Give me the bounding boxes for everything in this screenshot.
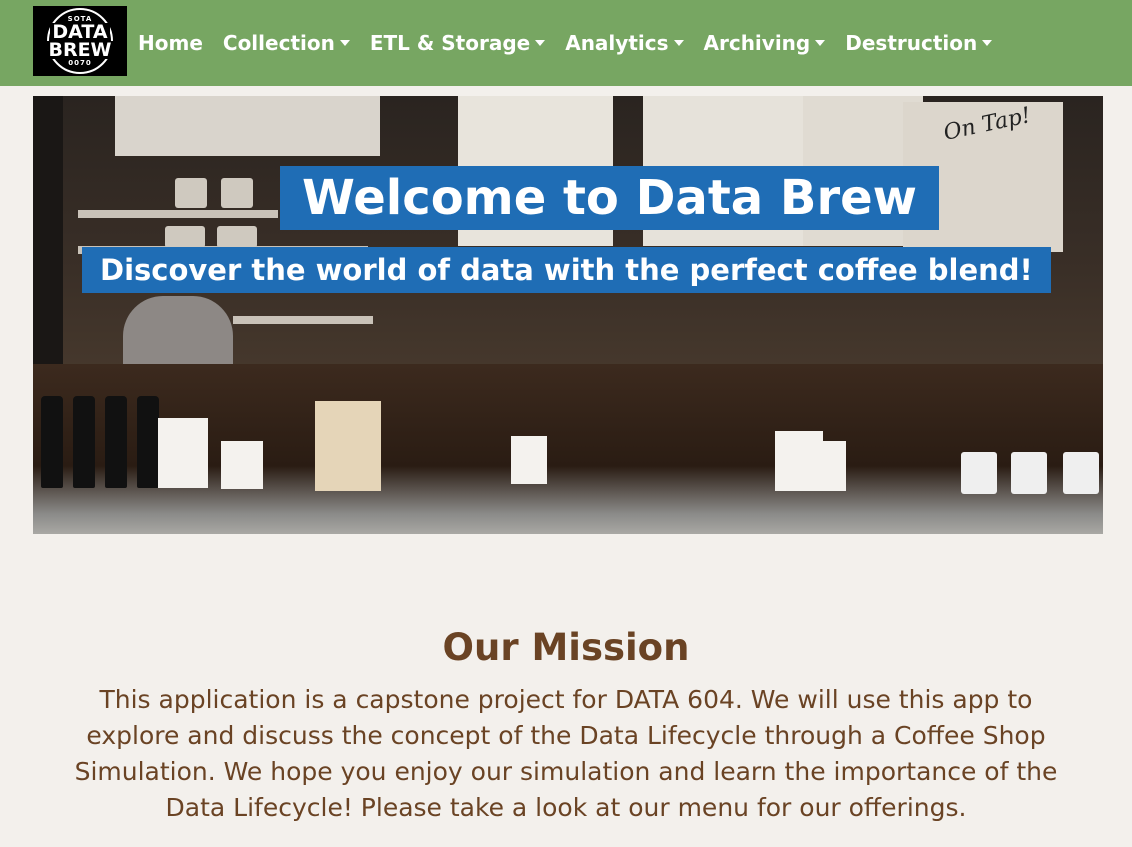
nav-menu: Home Collection ETL & Storage Analytics … xyxy=(138,0,1012,86)
logo-line-2: BREW xyxy=(46,39,114,61)
data-brew-logo[interactable]: SOTA DATA BREW 0070 xyxy=(33,6,127,76)
shelf-decor xyxy=(78,210,278,218)
nav-item-label: Destruction xyxy=(845,31,978,55)
jar-decor xyxy=(165,226,205,248)
on-tap-sign-text: On Tap! xyxy=(941,103,1033,146)
coffee-bag-decor xyxy=(221,441,263,489)
bottle-decor xyxy=(105,396,127,488)
note-card-decor xyxy=(315,401,381,491)
hero-subtitle: Discover the world of data with the perf… xyxy=(82,247,1051,293)
nav-item-label: Home xyxy=(138,31,203,55)
coffee-bag-decor xyxy=(798,441,846,491)
mission-title: Our Mission xyxy=(442,626,690,669)
nav-item-collection[interactable]: Collection xyxy=(223,31,350,55)
caret-down-icon xyxy=(815,40,826,46)
mission-text: This application is a capstone project f… xyxy=(74,685,1058,822)
logo-bottom-text: 0070 xyxy=(65,59,95,67)
nav-item-home[interactable]: Home xyxy=(138,31,203,55)
nav-item-destruction[interactable]: Destruction xyxy=(845,31,993,55)
nav-item-label: Analytics xyxy=(565,31,669,55)
bottle-decor xyxy=(73,396,95,488)
bottle-decor xyxy=(41,396,63,488)
hero-title: Welcome to Data Brew xyxy=(280,166,940,230)
jar-decor xyxy=(217,226,257,248)
barista-figure-decor xyxy=(123,296,233,366)
nav-item-label: Collection xyxy=(222,31,335,55)
mug-decor xyxy=(1011,452,1047,494)
nav-item-etl-storage[interactable]: ETL & Storage xyxy=(369,31,546,55)
nav-item-analytics[interactable]: Analytics xyxy=(565,31,684,55)
bottle-decor xyxy=(137,396,159,488)
nav-item-archiving[interactable]: Archiving xyxy=(704,31,826,55)
shelf-decor xyxy=(233,316,373,324)
nav-item-label: ETL & Storage xyxy=(369,31,531,55)
mug-decor xyxy=(961,452,997,494)
nav-item-label: Archiving xyxy=(703,31,811,55)
caret-down-icon xyxy=(982,40,993,46)
navbar: SOTA DATA BREW 0070 Home Collection ETL … xyxy=(0,0,1132,86)
jar-decor xyxy=(175,178,207,208)
tip-box-decor xyxy=(511,436,547,484)
cafe-sign-decor xyxy=(115,96,380,156)
jar-decor xyxy=(221,178,253,208)
coffee-bag-decor xyxy=(158,418,208,488)
caret-down-icon xyxy=(673,40,684,46)
caret-down-icon xyxy=(535,40,546,46)
mug-decor xyxy=(1063,452,1099,494)
hero-banner: On Tap! Welcome to Data Brew Discover th… xyxy=(33,96,1103,534)
caret-down-icon xyxy=(339,40,350,46)
